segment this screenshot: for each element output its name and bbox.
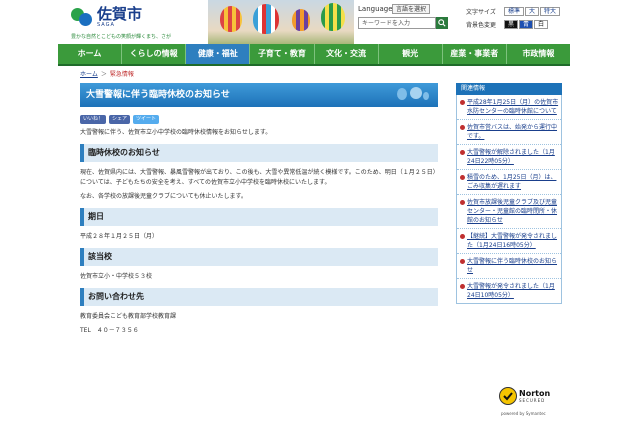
related-link[interactable]: 【継続】大雪警報が発令されました（1月24日16時05分） [467, 232, 559, 250]
norton-name: Norton [519, 389, 551, 398]
list-item: 大雪警報に伴う臨時休校のお知らせ [457, 254, 561, 279]
page-title: 大雪警報に伴う臨時休校のお知らせ [86, 90, 230, 100]
closure-text: 現在、佐賀県内には、大雪警報、暴風雪警報が出ており、この後も、大雪や異常低温が続… [80, 169, 436, 186]
section-heading-schools: 該当校 [80, 248, 438, 266]
contact-tel: TEL ４０－７３５６ [80, 327, 139, 334]
bullet-icon [460, 175, 465, 180]
related-link[interactable]: 佐賀市放課後児童クラブ及び児童センター・児童館の臨時閉所・休館のお知らせ [467, 198, 559, 225]
bullet-icon [460, 259, 465, 264]
site-tagline: 豊かな自然とこどもの笑顔が輝くまち、さが [71, 34, 172, 40]
search-button[interactable] [436, 17, 448, 29]
search-input[interactable] [358, 17, 436, 29]
bullet-icon [460, 234, 465, 239]
breadcrumb-home[interactable]: ホーム [80, 69, 98, 78]
breadcrumb-separator: ＞ [100, 71, 107, 78]
nav-item-business[interactable]: 産業・事業者 [443, 44, 507, 64]
related-link[interactable]: 平成28年1月25日（月）の佐賀市水防センターの臨時休館について [467, 98, 559, 116]
nav-item-childcare-education[interactable]: 子育て・教育 [250, 44, 315, 64]
list-item: 佐賀市放課後児童クラブ及び児童センター・児童館の臨時閉所・休館のお知らせ [457, 195, 561, 229]
related-link[interactable]: 佐賀市営バスは、始発から運行中です。 [467, 123, 559, 141]
breadcrumb-current: 緊急情報 [109, 71, 134, 78]
list-item: 【継続】大雪警報が発令されました（1月24日16時05分） [457, 229, 561, 254]
language-label: Language [358, 5, 393, 13]
nav-divider [58, 64, 570, 66]
section-heading-contact: お問い合わせ先 [80, 288, 438, 306]
bg-black-button[interactable]: 黒 [504, 20, 519, 29]
page-title-bar: 大雪警報に伴う臨時休校のお知らせ [80, 83, 438, 107]
bg-blue-button[interactable]: 青 [519, 20, 534, 29]
list-item: 平成28年1月25日（月）の佐賀市水防センターの臨時休館について [457, 95, 561, 120]
balloon-icon [321, 3, 345, 31]
nav-item-home[interactable]: ホーム [58, 44, 123, 64]
list-item: 大雪警報が発令されました（1月24日10時05分） [457, 279, 561, 303]
nav-item-tourism[interactable]: 観光 [379, 44, 443, 64]
section-heading-date: 期日 [80, 208, 438, 226]
global-nav: ホーム くらしの情報 健康・福祉 子育て・教育 文化・交流 観光 産業・事業者 … [58, 44, 570, 64]
search-icon [438, 19, 446, 27]
font-size-label: 文字サイズ [466, 9, 496, 16]
list-item: 大雪警報が解除されました（1月24日22時05分） [457, 145, 561, 170]
bullet-icon [460, 284, 465, 289]
accessibility-options: 文字サイズ 標準 大 特大 背景色変更 黒 青 白 [466, 7, 561, 33]
font-size-xlarge-button[interactable]: 特大 [540, 7, 561, 16]
header-tools: Language 言語を選択 [358, 4, 448, 29]
related-link[interactable]: 積雪のため、1月25日（月）は、ごみ収集が遅れます [467, 173, 559, 191]
balloon-icon [292, 9, 310, 31]
site-logo[interactable]: 佐賀市 SAGA [71, 6, 142, 28]
balloon-decoration-icon [397, 87, 429, 100]
main-content: 大雪警報に伴う臨時休校のお知らせ いいね！ シェア ツイート 大雪警報に伴う、佐… [80, 83, 438, 336]
font-size-large-button[interactable]: 大 [525, 7, 540, 16]
social-buttons: いいね！ シェア ツイート [80, 115, 438, 124]
checkmark-icon [499, 387, 517, 405]
font-size-normal-button[interactable]: 標準 [504, 7, 525, 16]
balloon-icon [253, 4, 279, 34]
site-header: 佐賀市 SAGA 豊かな自然とこどもの笑顔が輝くまち、さが Language 言… [58, 0, 570, 44]
language-select[interactable]: 言語を選択 [392, 4, 431, 14]
nav-item-culture[interactable]: 文化・交流 [315, 44, 379, 64]
bullet-icon [460, 150, 465, 155]
bullet-icon [460, 200, 465, 205]
norton-secured-seal[interactable]: Norton SECURED powered by Symantec [499, 385, 557, 425]
facebook-like-button[interactable]: いいね！ [80, 115, 107, 124]
related-link[interactable]: 大雪警報が発令されました（1月24日10時05分） [467, 282, 559, 300]
section-heading-closure: 臨時休校のお知らせ [80, 144, 438, 162]
bullet-icon [460, 100, 465, 105]
balloon-icon [220, 6, 242, 32]
bullet-icon [460, 125, 465, 130]
balloon-header-photo [208, 0, 354, 44]
saga-logo-icon [71, 6, 93, 28]
related-info-sidebar: 関連情報 平成28年1月25日（月）の佐賀市水防センターの臨時休館について 佐賀… [456, 83, 562, 304]
related-link[interactable]: 大雪警報に伴う臨時休校のお知らせ [467, 257, 559, 275]
logo-name: 佐賀市 [97, 4, 143, 23]
afterschool-text: なお、各学校の放課後児童クラブについても休止いたします。 [80, 193, 247, 200]
sidebar-heading: 関連情報 [456, 83, 562, 95]
schools-text: 佐賀市立小・中学校５３校 [80, 273, 153, 280]
list-item: 積雪のため、1月25日（月）は、ごみ収集が遅れます [457, 170, 561, 195]
related-link[interactable]: 大雪警報が解除されました（1月24日22時05分） [467, 148, 559, 166]
intro-text: 大雪警報に伴う、佐賀市立小中学校の臨時休校情報をお知らせします。 [80, 129, 272, 136]
page: 佐賀市 SAGA 豊かな自然とこどもの笑顔が輝くまち、さが Language 言… [58, 0, 570, 437]
contact-org: 教育委員会こども教育部学校教育課 [80, 313, 177, 320]
nav-item-city-info[interactable]: 市政情報 [507, 44, 570, 64]
date-text: 平成２８年１月２５日（月） [80, 233, 159, 240]
bg-white-button[interactable]: 白 [534, 20, 549, 29]
breadcrumb: ホーム ＞ 緊急情報 [80, 69, 134, 78]
list-item: 佐賀市営バスは、始発から運行中です。 [457, 120, 561, 145]
norton-powered-text: powered by Symantec [501, 411, 546, 416]
norton-secured-text: SECURED [519, 398, 546, 403]
tweet-button[interactable]: ツイート [133, 115, 160, 124]
bg-color-label: 背景色変更 [466, 22, 497, 29]
facebook-share-button[interactable]: シェア [109, 115, 131, 124]
nav-item-health-welfare[interactable]: 健康・福祉 [186, 44, 251, 64]
nav-item-living[interactable]: くらしの情報 [122, 44, 187, 64]
